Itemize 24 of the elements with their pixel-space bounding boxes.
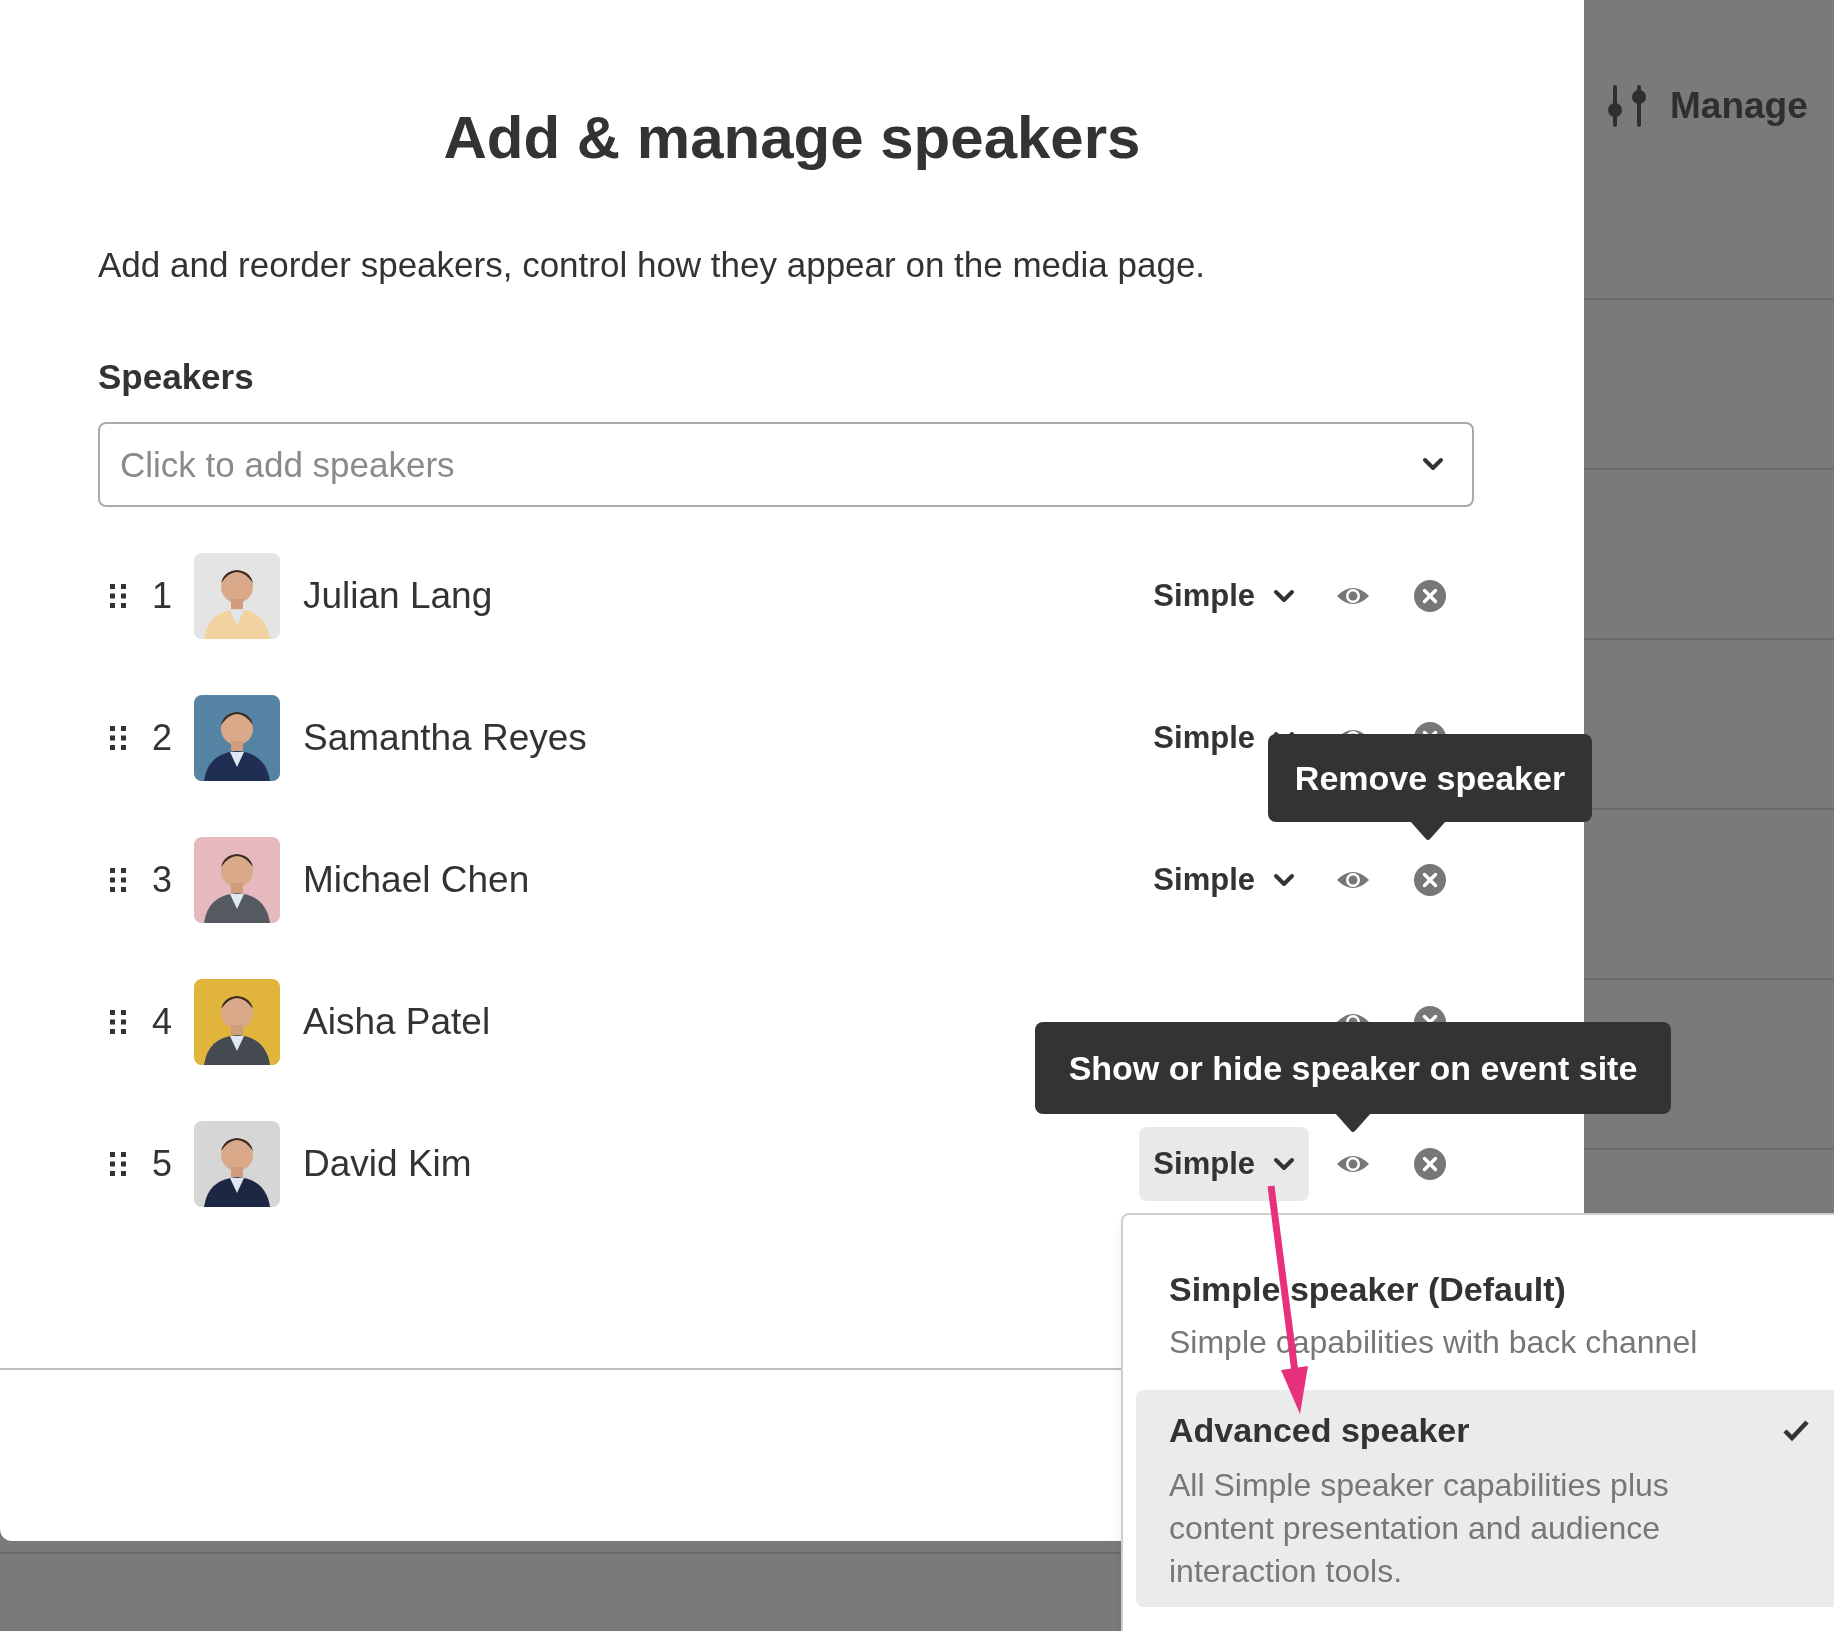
speaker-number: 5 — [152, 1142, 174, 1186]
speaker-number: 4 — [152, 1000, 174, 1044]
dialog-title: Add & manage speakers — [442, 103, 1142, 173]
role-dropdown[interactable]: Simple — [1139, 559, 1309, 633]
speaker-number: 2 — [152, 716, 174, 760]
menu-option[interactable]: Advanced speaker All Simple speaker capabilities plus content presentation and audience interaction tools. — [1136, 1390, 1834, 1607]
speaker-name: Michael Chen — [303, 858, 530, 903]
speaker-name: Samantha Reyes — [303, 716, 587, 761]
option-title: Simple speaker (Default) — [1169, 1269, 1567, 1310]
speaker-select-field[interactable]: Click to add speakers — [98, 422, 1474, 507]
role-dropdown[interactable]: Simple — [1139, 1127, 1309, 1201]
tooltip: Remove speaker — [1268, 734, 1592, 822]
role-dropdown[interactable]: Simple — [1139, 843, 1309, 917]
panel-title: Manage — [1670, 84, 1808, 128]
option-description: All Simple speaker capabilities plus content presentation and audience interaction tools. — [1169, 1466, 1670, 1591]
speaker-name: Aisha Patel — [303, 1000, 491, 1045]
speaker-name: David Kim — [303, 1142, 472, 1187]
speaker-name: Julian Lang — [303, 574, 493, 619]
tooltip: Show or hide speaker on event site — [1035, 1022, 1671, 1114]
dialog-description: Add and reorder speakers, control how they appear on the media page. — [98, 244, 1207, 286]
speaker-number: 1 — [152, 574, 174, 618]
speakers-label: Speakers — [98, 356, 255, 398]
option-title: Advanced speaker — [1169, 1410, 1470, 1451]
speaker-number: 3 — [152, 858, 174, 902]
